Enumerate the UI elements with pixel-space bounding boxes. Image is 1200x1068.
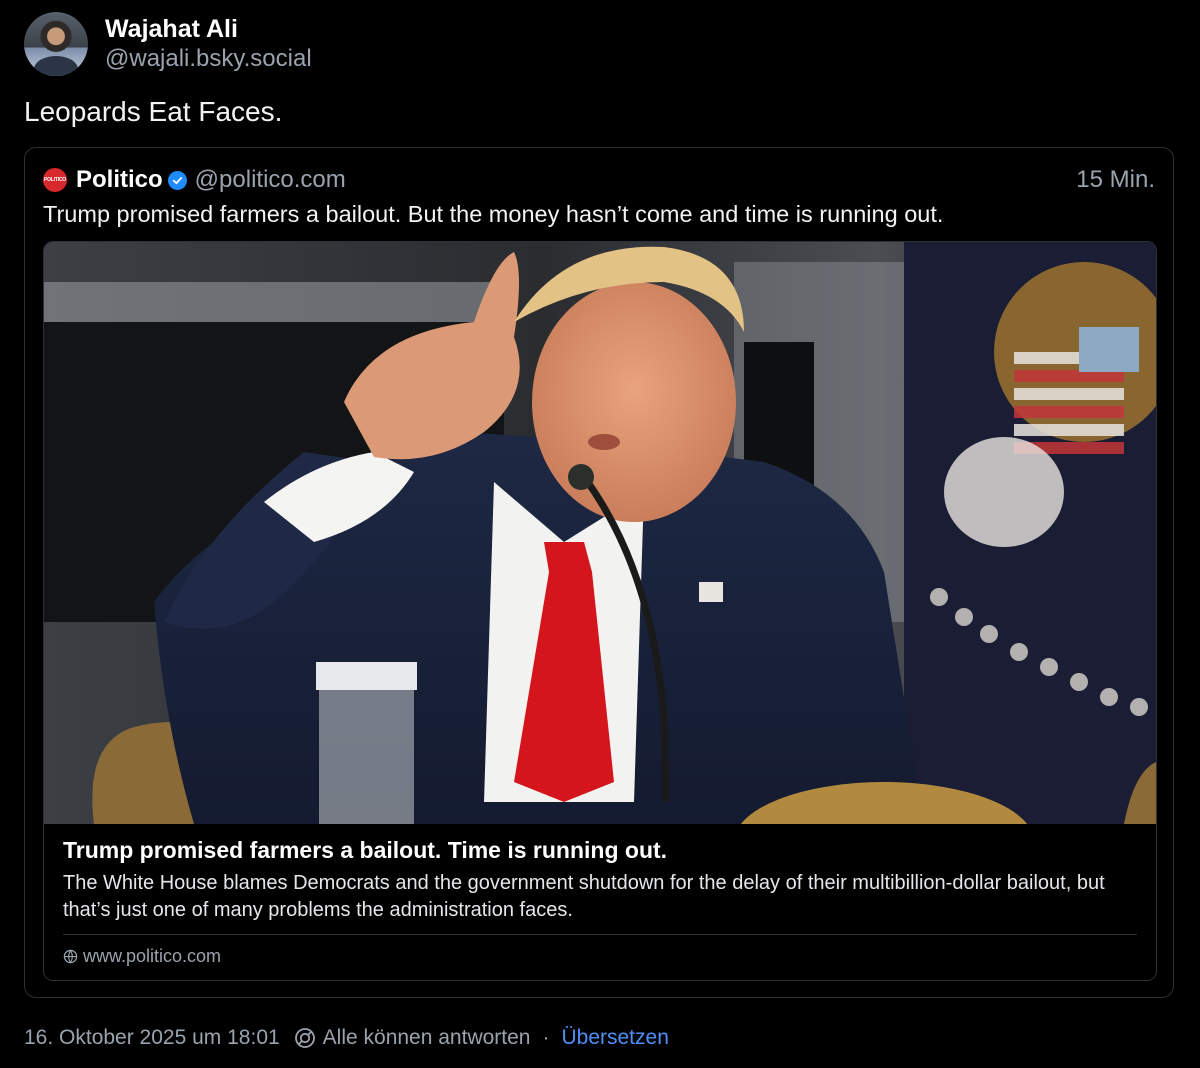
author-display-name[interactable]: Wajahat Ali <box>105 14 312 44</box>
quoted-post-text: Trump promised farmers a bailout. But th… <box>43 201 944 227</box>
external-link-card[interactable]: Trump promised farmers a bailout. Time i… <box>43 241 1157 981</box>
link-divider <box>63 934 1137 935</box>
globe-icon <box>63 949 78 964</box>
reply-settings-icon <box>294 1028 315 1048</box>
link-thumbnail-image <box>44 242 1156 824</box>
post-author[interactable]: Wajahat Ali @wajali.bsky.social <box>24 12 312 76</box>
politico-avatar[interactable]: POLITICO <box>43 168 67 192</box>
post-footer: 16. Oktober 2025 um 18:01 Alle können an… <box>24 1026 669 1050</box>
post-view: Wajahat Ali @wajali.bsky.social Leopards… <box>0 0 1200 1068</box>
post-timestamp[interactable]: 16. Oktober 2025 um 18:01 <box>24 1026 280 1050</box>
verified-check-icon <box>167 170 187 190</box>
quoted-post[interactable]: POLITICO Politico @politico.com 15 Min. … <box>24 147 1174 998</box>
author-names: Wajahat Ali @wajali.bsky.social <box>105 14 312 74</box>
quoted-post-header: POLITICO Politico @politico.com 15 Min. <box>43 164 1155 196</box>
avatar-shoulders <box>34 56 78 76</box>
link-domain[interactable]: www.politico.com <box>63 946 221 967</box>
link-description: The White House blames Democrats and the… <box>63 872 1105 921</box>
quoted-post-time: 15 Min. <box>1076 166 1155 193</box>
reply-setting-label[interactable]: Alle können antworten <box>323 1026 531 1050</box>
quoted-author-name[interactable]: Politico <box>76 166 163 194</box>
post-text: Leopards Eat Faces. <box>24 96 283 127</box>
link-domain-text: www.politico.com <box>83 946 222 966</box>
link-title[interactable]: Trump promised farmers a bailout. Time i… <box>63 837 667 864</box>
quoted-author-handle[interactable]: @politico.com <box>195 166 346 194</box>
footer-separator: · <box>542 1026 550 1049</box>
translate-link[interactable]: Übersetzen <box>561 1026 668 1050</box>
avatar[interactable] <box>24 12 88 76</box>
author-handle[interactable]: @wajali.bsky.social <box>105 44 312 74</box>
